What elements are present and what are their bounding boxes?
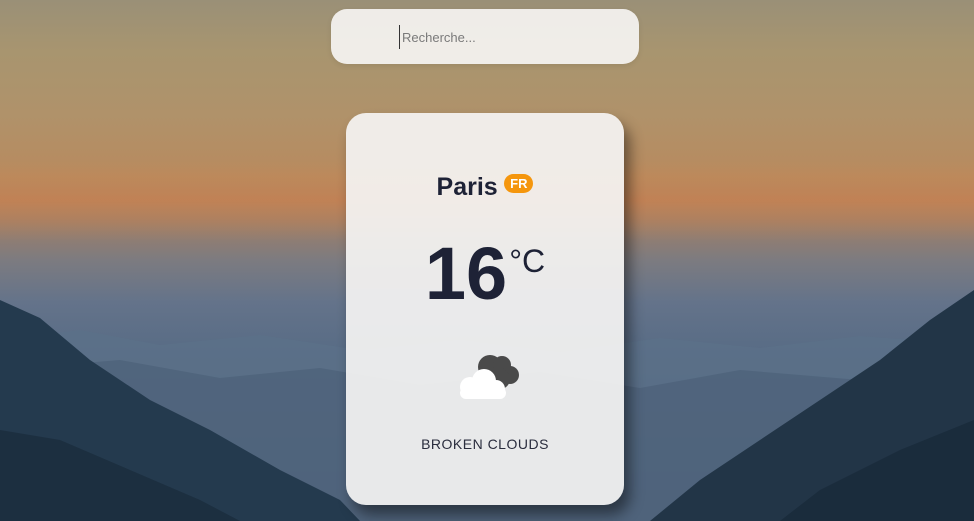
search-input[interactable]: [399, 25, 622, 49]
city-row: Paris FR: [346, 173, 624, 205]
temperature-value: 16: [424, 232, 508, 315]
temperature-row: 16°C: [346, 235, 624, 313]
country-badge: FR: [504, 174, 534, 193]
temperature-unit: °C: [509, 243, 546, 279]
broken-clouds-icon: [460, 355, 519, 399]
city-name: Paris: [436, 173, 498, 201]
search-box: [331, 9, 639, 64]
weather-description: BROKEN CLOUDS: [421, 436, 549, 452]
weather-card: Paris FR 16°C BROKEN CLOUDS: [346, 113, 624, 505]
